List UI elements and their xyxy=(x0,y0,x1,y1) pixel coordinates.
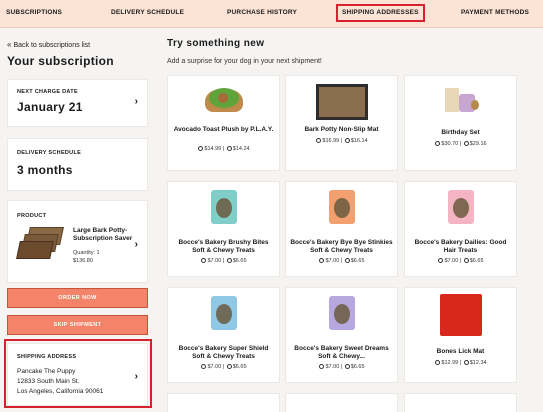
product-name: Bark Potty Non-Slip Mat xyxy=(304,126,379,133)
nav-delivery-schedule[interactable]: DELIVERY SCHEDULE xyxy=(111,9,184,16)
lick-mat-image xyxy=(439,294,482,336)
product-tile[interactable]: Bocce's Bakery Dailies: Good Hair Treats… xyxy=(404,181,517,277)
delivery-schedule-card[interactable]: DELIVERY SCHEDULE 3 months xyxy=(7,138,148,191)
shipping-address-highlight xyxy=(4,339,152,408)
product-price: $14.99 | $14.24 xyxy=(168,146,279,152)
chevron-right-icon: › xyxy=(134,239,138,250)
treat-bag-image xyxy=(210,190,237,224)
order-now-button[interactable]: ORDER NOW xyxy=(7,288,148,308)
double-chevron-left-icon: « xyxy=(7,40,12,49)
product-tile[interactable]: Bocce's Bakery Bye Bye Stinkies Soft & C… xyxy=(285,181,398,277)
section-title: Try something new xyxy=(167,38,265,49)
avocado-toast-image xyxy=(203,84,245,116)
next-charge-value: January 21 xyxy=(17,100,83,114)
back-link[interactable]: «Back to subscriptions list xyxy=(7,40,90,49)
nav-shipping-addresses[interactable]: SHIPPING ADDRESSES xyxy=(336,4,425,22)
product-price: $7.00 | $6.65 xyxy=(286,364,397,370)
product-label: PRODUCT xyxy=(17,213,47,219)
product-price: $7.00 | $6.65 xyxy=(286,258,397,264)
product-price: $136.80 xyxy=(73,258,93,264)
nav-subscriptions[interactable]: SUBSCRIPTIONS xyxy=(6,9,62,16)
nav-payment-methods[interactable]: PAYMENT METHODS xyxy=(461,9,529,16)
treat-bag-image xyxy=(328,190,355,224)
next-charge-label: NEXT CHARGE DATE xyxy=(17,89,78,95)
product-tile[interactable]: Bones Lick Mat $12.99 | $12.34 xyxy=(404,287,517,383)
page-title: Your subscription xyxy=(7,54,114,68)
product-price: $30.70 | $29.16 xyxy=(405,141,516,147)
product-price: $7.00 | $6.65 xyxy=(405,258,516,264)
back-link-label: Back to subscriptions list xyxy=(13,42,91,49)
product-image xyxy=(16,227,64,259)
product-price: $7.00 | $6.65 xyxy=(168,258,279,264)
product-name: Avocado Toast Plush by P.L.A.Y. xyxy=(173,126,274,133)
treat-bag-image xyxy=(328,296,355,330)
section-subtitle: Add a surprise for your dog in your next… xyxy=(167,58,322,65)
product-quantity: Quantity: 1 xyxy=(73,250,100,256)
product-tile[interactable]: Bocce's Bakery Sweet Dreams Soft & Chewy… xyxy=(285,287,398,383)
product-name: Bocce's Bakery Bye Bye Stinkies Soft & C… xyxy=(290,239,393,254)
treat-bag-image xyxy=(210,296,237,330)
birthday-set-image xyxy=(441,84,481,116)
product-name: Bocce's Bakery Dailies: Good Hair Treats xyxy=(414,239,507,254)
product-name: Bocce's Bakery Brushy Bites Soft & Chewy… xyxy=(178,239,269,254)
chevron-right-icon: › xyxy=(134,96,138,107)
product-tile[interactable]: Bocce's Bakery Brushy Bites Soft & Chewy… xyxy=(167,181,280,277)
product-name: Bocce's Bakery Sweet Dreams Soft & Chewy… xyxy=(294,345,389,360)
treat-bag-image xyxy=(447,190,474,224)
product-name: Large Bark Potty-Subscription Saver xyxy=(73,227,133,242)
product-name: Bones Lick Mat xyxy=(436,348,485,355)
product-tile[interactable]: Avocado Toast Plush by P.L.A.Y. $14.99 |… xyxy=(167,75,280,171)
skip-shipment-button[interactable]: SKIP SHIPMENT xyxy=(7,315,148,335)
product-card[interactable]: PRODUCT Large Bark Potty-Subscription Sa… xyxy=(7,200,148,283)
product-tile[interactable]: Bocce's Bakery Super Shield Soft & Chewy… xyxy=(167,287,280,383)
product-tile[interactable]: Birthday Set $30.70 | $29.16 xyxy=(404,75,517,171)
delivery-schedule-label: DELIVERY SCHEDULE xyxy=(17,150,82,156)
product-name: Bocce's Bakery Super Shield Soft & Chewy… xyxy=(178,345,269,360)
product-name: Birthday Set xyxy=(441,129,480,136)
product-tile[interactable] xyxy=(404,393,517,412)
product-price: $7.00 | $6.65 xyxy=(168,364,279,370)
next-charge-card[interactable]: NEXT CHARGE DATE January 21 › xyxy=(7,79,148,127)
nav-purchase-history[interactable]: PURCHASE HISTORY xyxy=(227,9,297,16)
non-slip-mat-image xyxy=(315,84,368,120)
product-tile[interactable] xyxy=(285,393,398,412)
product-tile[interactable]: Bark Potty Non-Slip Mat $16.99 | $16.14 xyxy=(285,75,398,171)
product-price: $12.99 | $12.34 xyxy=(405,360,516,366)
top-nav: SUBSCRIPTIONS DELIVERY SCHEDULE PURCHASE… xyxy=(0,0,543,28)
product-price: $16.99 | $16.14 xyxy=(286,138,397,144)
delivery-schedule-value: 3 months xyxy=(17,163,73,177)
product-tile[interactable] xyxy=(167,393,280,412)
